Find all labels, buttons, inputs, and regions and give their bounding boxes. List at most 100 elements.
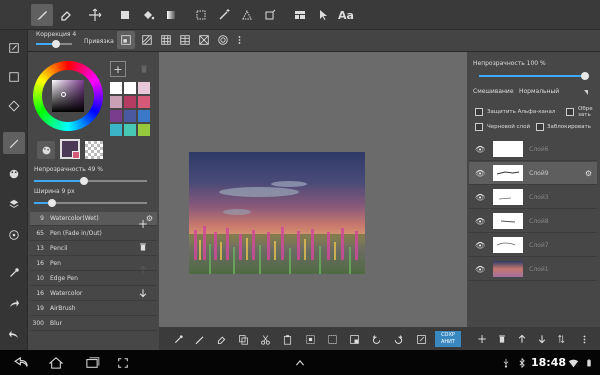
palette-swatch[interactable] xyxy=(138,96,150,108)
back-nav-icon[interactable] xyxy=(8,352,36,374)
eye-icon[interactable]: 👁 xyxy=(475,169,485,178)
snap-perspective-icon[interactable] xyxy=(176,31,194,49)
redo-icon[interactable] xyxy=(387,328,409,350)
undo-icon[interactable] xyxy=(365,328,387,350)
palette-swatch[interactable] xyxy=(124,96,136,108)
text-tool-icon[interactable]: Aa xyxy=(335,4,357,26)
delete-brush-icon[interactable] xyxy=(133,238,153,256)
palette-swatch[interactable] xyxy=(138,82,150,94)
layer-row-selected[interactable]: 👁 Слой9 ⚙ xyxy=(469,162,597,185)
save-button[interactable]: СОХР АНИТ xyxy=(435,331,461,347)
eye-icon[interactable]: 👁 xyxy=(475,265,485,274)
share-icon[interactable] xyxy=(3,293,25,315)
cut-icon[interactable] xyxy=(254,328,276,350)
pointer-tool-icon[interactable] xyxy=(312,4,334,26)
move-layer-down-icon[interactable] xyxy=(531,328,553,350)
layout-tool-icon[interactable] xyxy=(289,4,311,26)
screenshot-nav-icon[interactable] xyxy=(112,352,134,374)
chevron-up-icon[interactable] xyxy=(289,352,311,374)
palette-swatch[interactable] xyxy=(110,110,122,122)
select-all-icon[interactable] xyxy=(299,328,321,350)
layer-opacity-slider[interactable] xyxy=(479,72,589,80)
palette-swatch[interactable] xyxy=(110,82,122,94)
artwork-canvas[interactable] xyxy=(189,152,365,274)
brush-width-slider[interactable] xyxy=(34,199,147,207)
eye-icon[interactable]: 👁 xyxy=(475,193,485,202)
invert-selection-icon[interactable] xyxy=(343,328,365,350)
eye-icon[interactable]: 👁 xyxy=(475,241,485,250)
lock-layer-checkbox[interactable] xyxy=(536,123,544,131)
color-wheel[interactable] xyxy=(33,61,103,131)
layer-settings-icon[interactable]: ⚙ xyxy=(585,169,592,178)
move-brush-up-icon[interactable] xyxy=(133,261,153,279)
more-options-icon[interactable] xyxy=(233,31,245,49)
layer-more-icon[interactable] xyxy=(573,328,595,350)
layer-row[interactable]: 👁 Слой6 xyxy=(469,138,597,161)
canvas-area[interactable] xyxy=(159,52,467,327)
delete-layer-icon[interactable] xyxy=(491,328,513,350)
color-picker-cursor[interactable] xyxy=(61,92,66,97)
edit-icon[interactable] xyxy=(3,37,25,59)
palette-swatch[interactable] xyxy=(138,124,150,136)
palette-swatch[interactable] xyxy=(110,96,122,108)
deselect-icon[interactable] xyxy=(321,328,343,350)
rotate-icon[interactable] xyxy=(3,95,25,117)
gradient-tool-icon[interactable] xyxy=(160,4,182,26)
pen-icon[interactable] xyxy=(188,328,210,350)
fullscreen-icon[interactable] xyxy=(410,328,432,350)
snap-radial-icon[interactable] xyxy=(195,31,213,49)
move-tool-icon[interactable] xyxy=(84,4,106,26)
current-color-swatch[interactable] xyxy=(60,139,80,159)
layer-row[interactable]: 👁 Слой1 xyxy=(469,258,597,281)
layer-row[interactable]: 👁 Слой8 xyxy=(469,210,597,233)
alpha-lock-checkbox[interactable] xyxy=(475,108,483,116)
color-panel-icon[interactable] xyxy=(3,163,25,185)
back-icon[interactable] xyxy=(3,324,25,346)
layers-panel-icon[interactable] xyxy=(3,193,25,215)
snap-off-icon[interactable] xyxy=(117,31,135,49)
blend-mode-select[interactable]: Нормальный xyxy=(519,88,559,95)
eraser-icon[interactable] xyxy=(210,328,232,350)
eraser-tool-icon[interactable] xyxy=(55,4,77,26)
brush-opacity-slider[interactable] xyxy=(34,177,147,185)
snap-parallel-icon[interactable] xyxy=(138,31,156,49)
brush-tool-icon[interactable] xyxy=(31,4,53,26)
palette-swatch[interactable] xyxy=(124,110,136,122)
transform-tool-icon[interactable] xyxy=(259,4,281,26)
blend-dropdown-arrow-icon[interactable] xyxy=(584,90,588,95)
brush-list-item[interactable]: 300 Blur xyxy=(30,317,157,331)
snap-concentric-icon[interactable] xyxy=(214,31,232,49)
merge-layer-icon[interactable] xyxy=(551,328,573,350)
paste-icon[interactable] xyxy=(276,328,298,350)
eye-icon[interactable]: 👁 xyxy=(475,217,485,226)
select-tool-icon[interactable] xyxy=(190,4,212,26)
magic-wand-tool-icon[interactable] xyxy=(213,4,235,26)
fill-rect-tool-icon[interactable] xyxy=(114,4,136,26)
palette-swatch[interactable] xyxy=(138,110,150,122)
layer-row[interactable]: 👁 Слой7 xyxy=(469,234,597,257)
eyedropper-icon[interactable] xyxy=(167,328,189,350)
add-layer-button[interactable]: + xyxy=(471,328,493,350)
lasso-tool-icon[interactable] xyxy=(236,4,258,26)
palette-icon[interactable] xyxy=(37,141,55,159)
add-color-button[interactable]: + xyxy=(110,61,126,77)
copy-icon[interactable] xyxy=(232,328,254,350)
move-layer-up-icon[interactable] xyxy=(511,328,533,350)
palette-swatch[interactable] xyxy=(124,82,136,94)
layer-row[interactable]: 👁 Слой3 xyxy=(469,186,597,209)
material-icon[interactable] xyxy=(3,224,25,246)
saturation-value-square[interactable] xyxy=(52,80,84,112)
eyedropper-icon[interactable] xyxy=(3,262,25,284)
add-brush-button[interactable]: + xyxy=(133,215,153,233)
eye-icon[interactable]: 👁 xyxy=(475,145,485,154)
transparent-color-swatch[interactable] xyxy=(85,141,103,159)
palette-swatch[interactable] xyxy=(110,124,122,136)
palette-swatch[interactable] xyxy=(124,124,136,136)
correction-slider[interactable] xyxy=(36,40,72,48)
brush-panel-icon[interactable] xyxy=(3,132,25,154)
recents-nav-icon[interactable] xyxy=(78,352,106,374)
home-nav-icon[interactable] xyxy=(42,352,70,374)
clip-checkbox[interactable] xyxy=(566,108,574,116)
draft-layer-checkbox[interactable] xyxy=(475,123,483,131)
delete-color-icon[interactable] xyxy=(136,61,152,77)
